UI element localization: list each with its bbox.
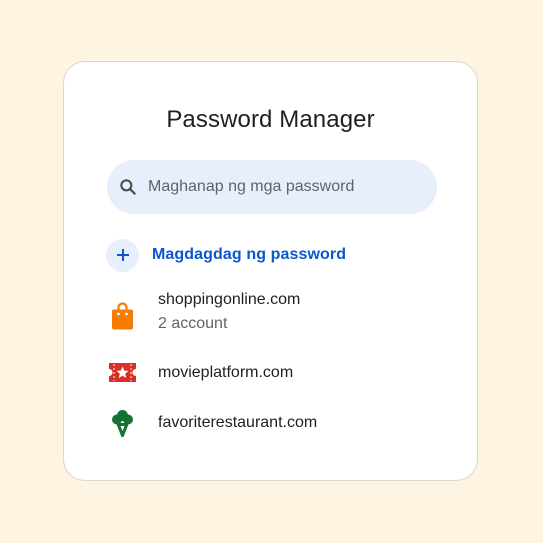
password-item-shoppingonline[interactable]: shoppingonline.com 2 account <box>106 290 436 340</box>
add-icon-container <box>106 238 139 272</box>
search-input[interactable] <box>148 160 418 214</box>
movie-ticket-icon <box>109 363 136 382</box>
password-item-site: movieplatform.com <box>158 364 294 381</box>
add-password-button[interactable]: Magdagdag ng password <box>106 238 346 272</box>
password-item-favoriterestaurant[interactable]: favoriterestaurant.com <box>106 406 436 439</box>
plus-icon <box>116 249 129 261</box>
broccoli-icon <box>112 410 133 437</box>
password-item-account-count: 2 account <box>158 315 228 332</box>
password-manager-card: Password Manager Magdagdag ng password s… <box>63 61 478 481</box>
password-item-movieplatform[interactable]: movieplatform.com <box>106 356 436 389</box>
password-item-site: shoppingonline.com <box>158 291 301 308</box>
password-item-site: favoriterestaurant.com <box>158 414 318 431</box>
add-password-label: Magdagdag ng password <box>152 246 347 263</box>
search-bar[interactable] <box>107 160 437 214</box>
search-icon <box>120 179 136 195</box>
page-title: Password Manager <box>166 106 375 133</box>
shopping-bag-icon <box>112 302 133 330</box>
